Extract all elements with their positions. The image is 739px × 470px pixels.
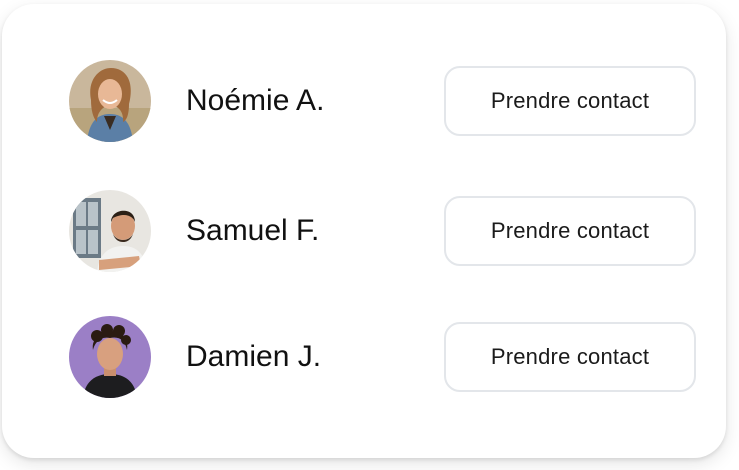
page: Noémie A. Prendre contact Samuel F. Pren… — [0, 0, 739, 470]
contact-button[interactable]: Prendre contact — [444, 322, 696, 392]
avatar — [69, 190, 151, 272]
avatar-photo-samuel — [69, 190, 151, 272]
avatar — [69, 316, 151, 398]
avatar-photo-damien — [69, 316, 151, 398]
avatar-photo-noemie — [69, 60, 151, 142]
list-item: Noémie A. Prendre contact — [2, 60, 726, 142]
avatar — [69, 60, 151, 142]
contact-button[interactable]: Prendre contact — [444, 196, 696, 266]
contact-button[interactable]: Prendre contact — [444, 66, 696, 136]
contacts-card: Noémie A. Prendre contact Samuel F. Pren… — [2, 4, 726, 458]
list-item: Damien J. Prendre contact — [2, 316, 726, 398]
list-item: Samuel F. Prendre contact — [2, 190, 726, 272]
contact-name: Damien J. — [186, 340, 322, 373]
contact-name: Samuel F. — [186, 214, 320, 247]
contact-name: Noémie A. — [186, 84, 325, 117]
